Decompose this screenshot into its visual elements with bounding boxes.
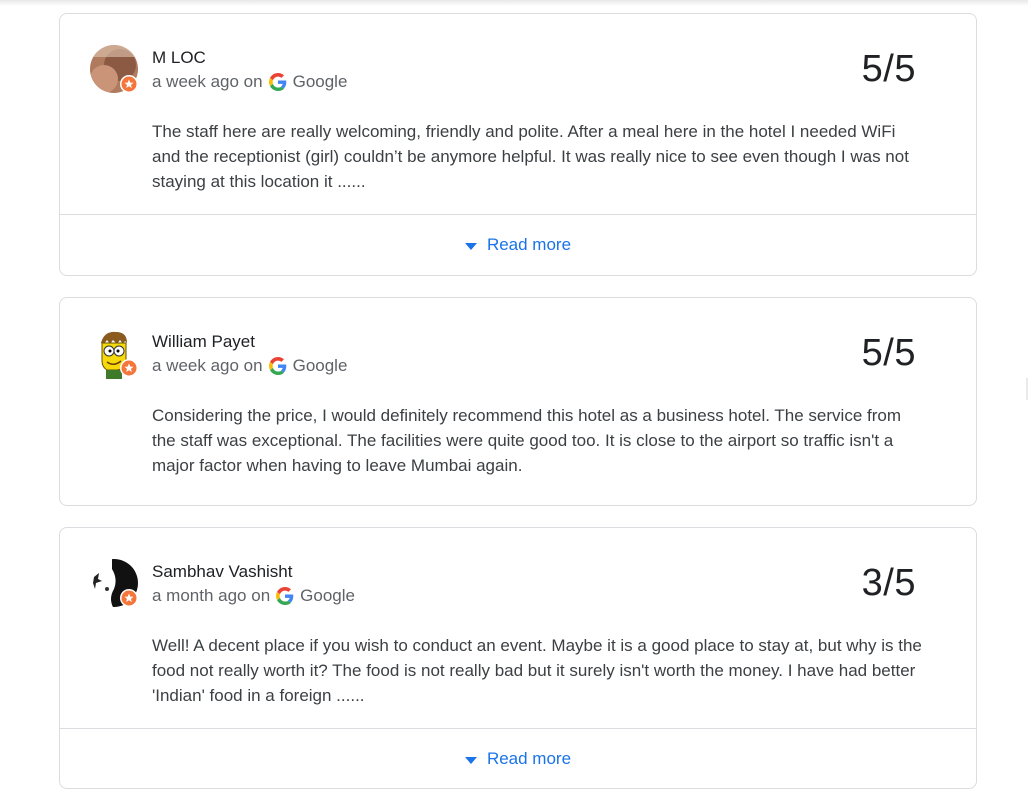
read-more-button[interactable]: Read more [60, 729, 976, 789]
read-more-label: Read more [486, 235, 572, 254]
caret-down-icon [464, 756, 477, 764]
google-g-icon [268, 357, 287, 375]
review-source: Google [300, 586, 355, 605]
read-more-label: Read more [486, 749, 572, 768]
review-time: a week ago on [152, 72, 263, 91]
read-more-button[interactable]: Read more [60, 215, 976, 275]
review-source: Google [292, 356, 348, 375]
reviewer-name[interactable]: William Payet [152, 332, 255, 352]
review-card: William Payet a week ago on Google 5/5 C… [59, 297, 977, 506]
reviewer-avatar[interactable] [90, 45, 140, 95]
review-card: M LOC a week ago on Google 5/5 The staff… [59, 13, 977, 276]
google-g-icon [268, 73, 287, 91]
reviewer-avatar[interactable] [90, 559, 140, 609]
review-text: Well! A decent place if you wish to cond… [152, 636, 922, 705]
review-rating: 5/5 [861, 48, 916, 90]
review-time: a month ago on [152, 586, 271, 605]
review-text: The staff here are really welcoming, fri… [152, 122, 909, 191]
review-text: Considering the price, I would definitel… [152, 406, 902, 475]
reviewer-avatar[interactable] [90, 329, 140, 379]
local-guide-badge-icon [120, 359, 138, 377]
reviewer-name[interactable]: M LOC [152, 48, 206, 68]
review-rating: 3/5 [861, 562, 916, 604]
review-meta: a week ago on Google [152, 356, 347, 376]
google-g-icon [276, 587, 294, 605]
caret-down-icon [464, 242, 477, 250]
local-guide-badge-icon [120, 75, 138, 93]
reviewer-name[interactable]: Sambhav Vashisht [152, 562, 292, 582]
review-card: Sambhav Vashisht a month ago on Google 3… [59, 527, 977, 789]
local-guide-badge-icon [120, 589, 138, 607]
top-shadow [0, 0, 1028, 6]
review-meta: a month ago on Google [152, 586, 355, 606]
review-time: a week ago on [152, 356, 263, 375]
review-source: Google [292, 72, 348, 91]
review-meta: a week ago on Google [152, 72, 347, 92]
review-rating: 5/5 [861, 332, 916, 374]
